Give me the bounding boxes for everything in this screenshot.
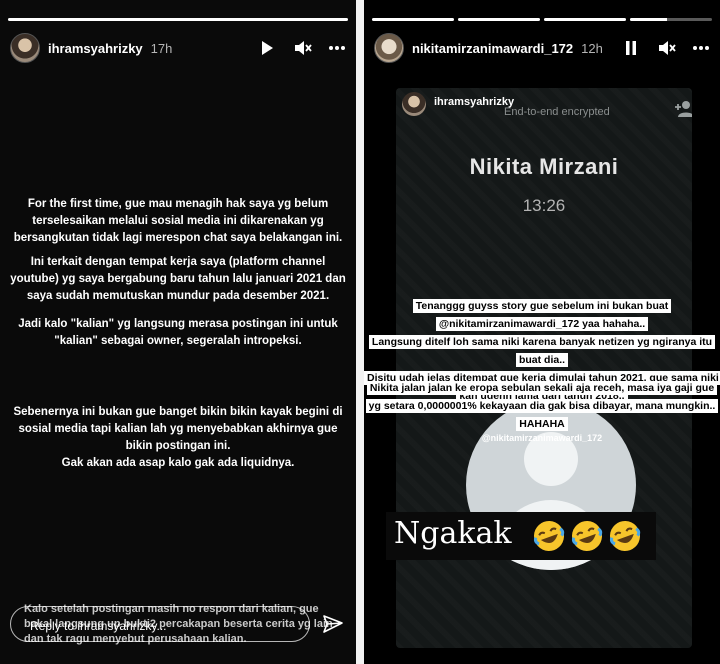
- story-timestamp: 12h: [581, 40, 603, 56]
- laughing-emoji-icon: [533, 521, 565, 551]
- overlay-line: Langsung ditelf loh sama niki karena ban…: [368, 335, 716, 367]
- laughing-emoji-icon: [571, 521, 603, 551]
- story-text-paragraph: Sebenernya ini bukan gue banget bikin bi…: [13, 406, 343, 469]
- mention-tag[interactable]: @nikitamirzanimawardi_172: [364, 433, 720, 443]
- encryption-note: End-to-end encrypted: [504, 106, 610, 118]
- overlay-line: HAHAHA: [516, 417, 568, 431]
- pause-icon[interactable]: [624, 40, 642, 56]
- story-progress-bar: [8, 18, 348, 21]
- sticker-text: Ngakak: [394, 516, 512, 551]
- story-progress-bar: [372, 18, 712, 21]
- story-header: nikitamirzanimawardi_172 12h: [374, 32, 710, 64]
- contact-name: Nikita Mirzani: [469, 154, 619, 179]
- more-icon[interactable]: [328, 45, 346, 51]
- overlay-line: Nikita jalan jalan ke eropa sebulan seka…: [365, 381, 719, 413]
- left-story-panel[interactable]: ihramsyahrizky 17h For the first time, g…: [0, 0, 356, 664]
- mute-icon[interactable]: [294, 40, 312, 56]
- reply-placeholder: Reply to ihramsyahrizky...: [30, 619, 167, 633]
- progress-segment: [630, 18, 712, 21]
- story-text-paragraph: For the first time, gue mau menagih hak …: [13, 198, 343, 244]
- story-text-overlay: Nikita jalan jalan ke eropa sebulan seka…: [364, 378, 720, 432]
- story-username[interactable]: nikitamirzanimawardi_172: [412, 41, 573, 56]
- send-icon[interactable]: [322, 613, 344, 635]
- story-text-paragraph: Ini terkait dengan tempat kerja saya (pl…: [10, 256, 346, 302]
- more-icon[interactable]: [692, 45, 710, 51]
- call-duration: 13:26: [522, 196, 566, 215]
- story-timestamp: 17h: [150, 40, 173, 56]
- story-header: ihramsyahrizky 17h: [10, 32, 346, 64]
- laughing-emoji-icon: [609, 521, 641, 551]
- avatar: [402, 92, 426, 116]
- progress-segment: [544, 18, 626, 21]
- avatar[interactable]: [374, 33, 404, 63]
- panel-divider: [356, 0, 364, 664]
- right-story-panel[interactable]: nikitamirzanimawardi_172 12h ihramsyahri…: [364, 0, 720, 664]
- chat-username: ihramsyahrizky: [434, 96, 515, 108]
- mute-icon[interactable]: [658, 40, 676, 56]
- story-text-paragraph: Jadi kalo "kalian" yg langsung merasa po…: [18, 318, 338, 347]
- story-username[interactable]: ihramsyahrizky: [48, 41, 143, 56]
- overlay-line: Tenanggg guyss story gue sebelum ini buk…: [412, 299, 672, 331]
- progress-segment: [372, 18, 454, 21]
- progress-segment: [8, 18, 348, 21]
- progress-segment: [458, 18, 540, 21]
- play-icon[interactable]: [260, 40, 278, 56]
- add-user-icon: [675, 101, 692, 117]
- avatar[interactable]: [10, 33, 40, 63]
